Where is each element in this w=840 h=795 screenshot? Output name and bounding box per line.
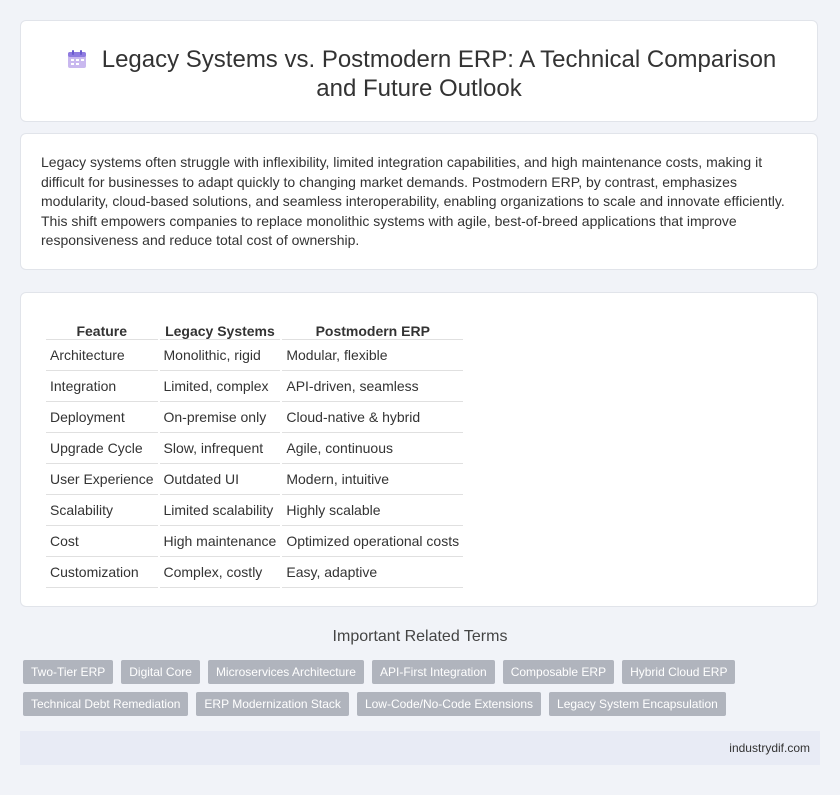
intro-card: Legacy systems often struggle with infle…	[20, 133, 818, 270]
table-header-row: Feature Legacy Systems Postmodern ERP	[46, 315, 464, 340]
page-title-line2: and Future Outlook	[316, 75, 522, 102]
table-cell: Scalability	[46, 495, 158, 526]
table-row: Scalability Limited scalability Highly s…	[46, 495, 464, 526]
footer: industrydif.com	[20, 731, 820, 765]
table-row: User Experience Outdated UI Modern, intu…	[46, 464, 464, 495]
column-header: Postmodern ERP	[282, 315, 464, 340]
table-cell: User Experience	[46, 464, 158, 495]
comparison-card: Feature Legacy Systems Postmodern ERP Ar…	[20, 292, 818, 607]
tag-digital-core[interactable]: Digital Core	[121, 660, 200, 684]
table-cell: Cost	[46, 526, 158, 557]
table-cell: Agile, continuous	[282, 433, 464, 464]
tag-row: Technical Debt Remediation ERP Moderniza…	[23, 692, 823, 716]
tag-microservices-architecture[interactable]: Microservices Architecture	[207, 660, 364, 684]
table-row: Upgrade Cycle Slow, infrequent Agile, co…	[46, 433, 464, 464]
table-cell: Highly scalable	[282, 495, 464, 526]
table-cell: On-premise only	[159, 402, 281, 433]
tag-legacy-system-encapsulation[interactable]: Legacy System Encapsulation	[549, 692, 726, 716]
table-cell: API-driven, seamless	[282, 371, 464, 402]
table-cell: Customization	[46, 557, 158, 588]
comparison-table: Feature Legacy Systems Postmodern ERP Ar…	[44, 315, 465, 588]
tag-row: Two-Tier ERP Digital Core Microservices …	[23, 660, 823, 684]
table-cell: Slow, infrequent	[159, 433, 281, 464]
table-cell: Monolithic, rigid	[159, 340, 281, 371]
header-card: Legacy Systems vs. Postmodern ERP: A Tec…	[20, 20, 818, 122]
table-row: Architecture Monolithic, rigid Modular, …	[46, 340, 464, 371]
table-cell: Optimized operational costs	[282, 526, 464, 557]
column-header: Feature	[46, 315, 158, 340]
table-cell: Deployment	[46, 402, 158, 433]
table-row: Integration Limited, complex API-driven,…	[46, 371, 464, 402]
tag-composable-erp[interactable]: Composable ERP	[502, 660, 615, 684]
table-cell: Architecture	[46, 340, 158, 371]
table-cell: Complex, costly	[159, 557, 281, 588]
table-cell: Limited scalability	[159, 495, 281, 526]
tag-two-tier-erp[interactable]: Two-Tier ERP	[23, 660, 114, 684]
table-row: Cost High maintenance Optimized operatio…	[46, 526, 464, 557]
intro-paragraph: Legacy systems often struggle with infle…	[41, 154, 785, 248]
tag-low-code-no-code-extensions[interactable]: Low-Code/No-Code Extensions	[356, 692, 542, 716]
table-row: Customization Complex, costly Easy, adap…	[46, 557, 464, 588]
table-cell: Integration	[46, 371, 158, 402]
table-cell: Limited, complex	[159, 371, 281, 402]
table-cell: Cloud-native & hybrid	[282, 402, 464, 433]
footer-site-name[interactable]: industrydif.com	[729, 741, 810, 755]
page-title: Legacy Systems vs. Postmodern ERP: A Tec…	[21, 45, 817, 103]
tag-hybrid-cloud-erp[interactable]: Hybrid Cloud ERP	[622, 660, 736, 684]
table-cell: Upgrade Cycle	[46, 433, 158, 464]
related-terms-heading: Important Related Terms	[332, 628, 508, 645]
table-cell: Outdated UI	[159, 464, 281, 495]
table-cell: High maintenance	[159, 526, 281, 557]
table-row: Deployment On-premise only Cloud-native …	[46, 402, 464, 433]
table-cell: Easy, adaptive	[282, 557, 464, 588]
column-header: Legacy Systems	[159, 315, 281, 340]
tag-technical-debt-remediation[interactable]: Technical Debt Remediation	[23, 692, 189, 716]
tag-erp-modernization-stack[interactable]: ERP Modernization Stack	[196, 692, 349, 716]
table-cell: Modern, intuitive	[282, 464, 464, 495]
tag-api-first-integration[interactable]: API-First Integration	[371, 660, 495, 684]
related-terms-tags: Two-Tier ERP Digital Core Microservices …	[23, 660, 823, 724]
table-cell: Modular, flexible	[282, 340, 464, 371]
page-title-line1: Legacy Systems vs. Postmodern ERP: A Tec…	[101, 46, 777, 73]
